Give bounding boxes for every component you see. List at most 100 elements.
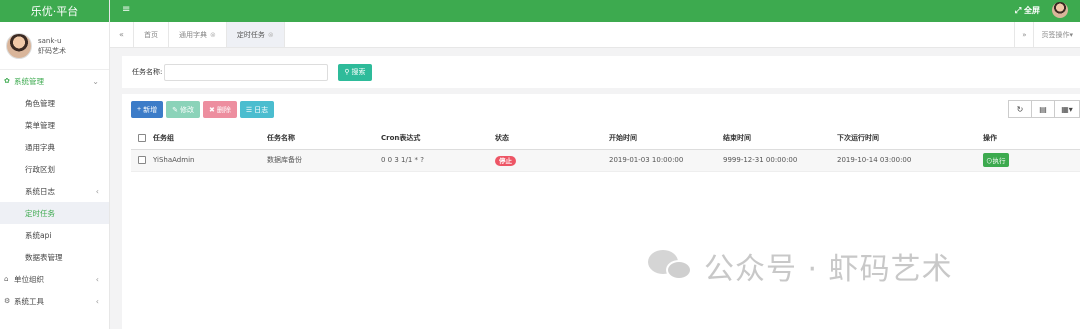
col-task-name: 任务名称 bbox=[267, 128, 381, 150]
toggle-view-button[interactable]: ▤ bbox=[1031, 100, 1055, 118]
avatar[interactable] bbox=[1052, 2, 1068, 18]
sidebar-item-label: 数据表管理 bbox=[25, 252, 63, 262]
username: sank-u bbox=[38, 36, 62, 45]
delete-label: 删除 bbox=[216, 106, 231, 114]
grid-icon: ▦ bbox=[1061, 104, 1069, 114]
tab-scheduled-tasks[interactable]: 定时任务 ⊗ bbox=[226, 22, 285, 47]
sidebar-item-menus[interactable]: 菜单管理 bbox=[0, 114, 109, 136]
sidebar-item-roles[interactable]: 角色管理 bbox=[0, 92, 109, 114]
table-icon: ▤ bbox=[1039, 104, 1047, 114]
row-select-cell bbox=[131, 149, 153, 172]
search-form: 任务名称: ⚲ 搜索 bbox=[122, 56, 1080, 88]
sidebar-item-system-log[interactable]: 系统日志 ‹ bbox=[0, 180, 109, 202]
tab-label: 通用字典 bbox=[179, 30, 207, 39]
task-name-input[interactable] bbox=[164, 63, 329, 81]
gear-icon: ✿ bbox=[4, 77, 10, 85]
add-label: 新增 bbox=[143, 106, 158, 114]
col-start-time: 开始时间 bbox=[609, 128, 723, 150]
sidebar-item-label: 系统工具 bbox=[14, 296, 44, 306]
sidebar-item-label: 定时任务 bbox=[25, 208, 55, 218]
delete-button[interactable]: ✖ 删除 bbox=[202, 101, 237, 118]
row-checkbox[interactable] bbox=[138, 156, 146, 164]
sidebar-item-label: 通用字典 bbox=[25, 142, 55, 152]
expand-icon: ⤢ bbox=[1014, 6, 1024, 15]
top-navbar: ≡ ⤢ 全屏 bbox=[110, 0, 1080, 22]
run-label: 执行 bbox=[992, 158, 1006, 165]
col-status: 状态 bbox=[495, 128, 609, 150]
sidebar-item-scheduled-tasks[interactable]: 定时任务 bbox=[0, 202, 109, 224]
avatar[interactable] bbox=[6, 32, 32, 59]
table-row[interactable]: YiShaAdmin 数据库备份 0 0 3 1/1 * ? 停止 2019-0… bbox=[131, 149, 1080, 172]
task-panel: + 新增 ✎ 修改 ✖ 删除 ☰ 日志 ↻ ▤ ▦ ▾ 任务组 任务名称 Cron表达式 … bbox=[122, 94, 1080, 329]
tab-label: 首页 bbox=[144, 30, 158, 39]
fullscreen-button[interactable]: ⤢ 全屏 bbox=[1015, 5, 1040, 16]
sidebar-item-organization[interactable]: ⌂ 单位组织 ‹ bbox=[0, 268, 109, 290]
close-icon[interactable]: ⊗ bbox=[268, 31, 274, 39]
cell-end-time: 9999-12-31 00:00:00 bbox=[723, 149, 837, 172]
sidebar-item-system-api[interactable]: 系统api bbox=[0, 224, 109, 246]
search-icon: ⚲ bbox=[344, 69, 350, 76]
fullscreen-label: 全屏 bbox=[1024, 6, 1040, 15]
page-ops-label: 页签操作 bbox=[1041, 30, 1070, 39]
close-icon[interactable]: ⊗ bbox=[210, 31, 216, 39]
action-toolbar: + 新增 ✎ 修改 ✖ 删除 ☰ 日志 bbox=[131, 101, 275, 118]
select-all-header bbox=[131, 128, 153, 150]
sidebar-item-label: 行政区划 bbox=[25, 164, 55, 174]
sidebar-item-label: 单位组织 bbox=[14, 274, 44, 284]
cell-actions: ⊙执行 bbox=[983, 149, 1080, 172]
edit-label: 修改 bbox=[179, 106, 194, 114]
user-profile[interactable]: sank-u 虾码艺术 bbox=[0, 22, 109, 70]
task-name-label: 任务名称: bbox=[132, 68, 163, 76]
chevron-left-icon: ‹ bbox=[95, 186, 99, 196]
cell-start-time: 2019-01-03 10:00:00 bbox=[609, 149, 723, 172]
sidebar-item-label: 系统日志 bbox=[25, 186, 55, 196]
log-button[interactable]: ☰ 日志 bbox=[239, 101, 275, 118]
select-all-checkbox[interactable] bbox=[138, 134, 146, 143]
chevron-down-icon: ⌄ bbox=[92, 76, 99, 86]
watermark: 公众号 · 虾码艺术 bbox=[648, 244, 953, 288]
add-button[interactable]: + 新增 bbox=[131, 101, 164, 118]
edit-button[interactable]: ✎ 修改 bbox=[166, 101, 200, 118]
tab-dictionary[interactable]: 通用字典 ⊗ bbox=[169, 22, 227, 47]
wechat-icon bbox=[648, 246, 696, 286]
tab-label: 定时任务 bbox=[236, 30, 265, 39]
refresh-button[interactable]: ↻ bbox=[1008, 100, 1032, 118]
sidebar-item-system-tools[interactable]: ⚙ 系统工具 ‹ bbox=[0, 290, 109, 312]
col-task-group: 任务组 bbox=[153, 128, 267, 150]
cell-status: 停止 bbox=[495, 149, 609, 172]
sidebar-item-db-tables[interactable]: 数据表管理 bbox=[0, 246, 109, 268]
status-badge: 停止 bbox=[495, 156, 516, 166]
watermark-text: 公众号 · 虾码艺术 bbox=[704, 252, 953, 287]
sidebar-item-regions[interactable]: 行政区划 bbox=[0, 158, 109, 180]
sidebar-item-system-management[interactable]: ✿ 系统管理 ⌄ bbox=[0, 70, 109, 92]
table-tools: ↻ ▤ ▦ ▾ bbox=[1008, 100, 1080, 118]
edit-icon: ✎ bbox=[172, 106, 178, 114]
col-next-run: 下次运行时间 bbox=[837, 128, 983, 150]
cell-task-group: YiShaAdmin bbox=[153, 149, 267, 172]
col-cron: Cron表达式 bbox=[381, 128, 495, 150]
table-header-row: 任务组 任务名称 Cron表达式 状态 开始时间 结束时间 下次运行时间 操作 bbox=[131, 128, 1080, 150]
search-button[interactable]: ⚲ 搜索 bbox=[338, 63, 372, 81]
search-button-label: 搜索 bbox=[351, 69, 366, 76]
run-button[interactable]: ⊙执行 bbox=[983, 153, 1009, 167]
cell-task-name: 数据库备份 bbox=[267, 149, 381, 172]
sidebar-item-label: 系统管理 bbox=[14, 76, 44, 86]
cell-next-run: 2019-10-14 03:00:00 bbox=[837, 149, 983, 172]
caret-down-icon: ▾ bbox=[1068, 104, 1073, 114]
sidebar: 乐优·平台 sank-u 虾码艺术 ✿ 系统管理 ⌄ 角色管理 菜单管理 通用字… bbox=[0, 0, 110, 329]
tab-next-button[interactable]: » bbox=[1014, 22, 1033, 47]
sidebar-item-label: 菜单管理 bbox=[25, 120, 55, 130]
page-ops-dropdown[interactable]: 页签操作 ▾ bbox=[1033, 22, 1080, 47]
menu-toggle-icon[interactable]: ≡ bbox=[122, 4, 130, 15]
tab-prev-button[interactable]: « bbox=[110, 22, 134, 47]
col-actions: 操作 bbox=[983, 128, 1080, 150]
cell-cron: 0 0 3 1/1 * ? bbox=[381, 149, 495, 172]
sidebar-item-dictionary[interactable]: 通用字典 bbox=[0, 136, 109, 158]
columns-dropdown[interactable]: ▦ ▾ bbox=[1054, 100, 1080, 118]
sidebar-item-label: 系统api bbox=[25, 230, 52, 240]
refresh-icon: ↻ bbox=[1016, 104, 1024, 114]
tab-home[interactable]: 首页 bbox=[134, 22, 169, 47]
task-table: 任务组 任务名称 Cron表达式 状态 开始时间 结束时间 下次运行时间 操作 … bbox=[131, 128, 1080, 172]
tools-icon: ⚙ bbox=[4, 297, 11, 305]
caret-down-icon: ▾ bbox=[1069, 30, 1073, 39]
